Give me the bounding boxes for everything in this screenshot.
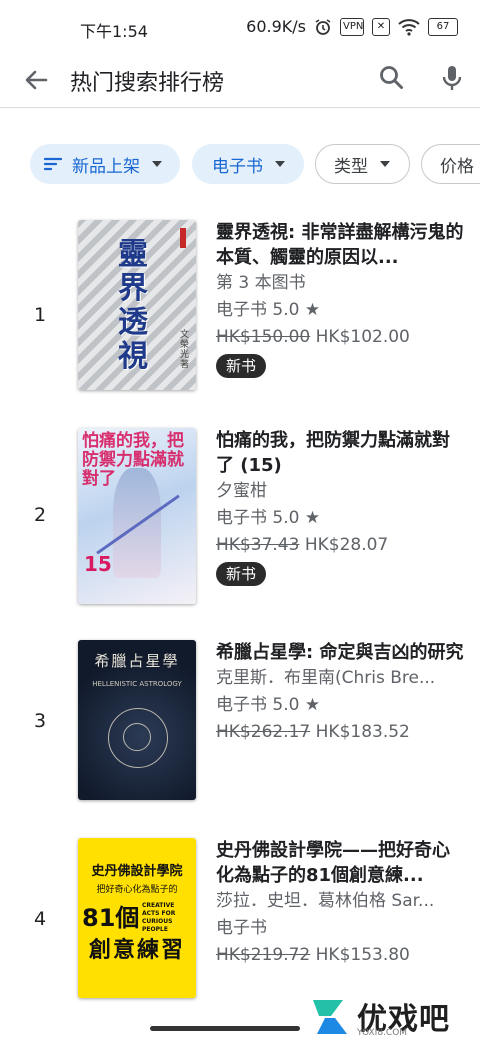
new-book-badge: 新书 [216,562,267,586]
cover-subtitle: 把好奇心化為點子的 [96,885,178,895]
cover-accent [180,228,186,248]
book-price: HK$219.72 HK$153.80 [216,942,466,969]
book-cover[interactable]: 怕痛的我，把防禦力點滿就對了 15 [78,428,196,604]
back-button[interactable] [20,64,52,96]
cover-number: 81個 [82,904,140,932]
status-time: 下午1:54 [80,22,148,41]
book-price: HK$150.00 HK$102.00 [216,324,466,351]
app-bar: 热门搜索排行榜 [0,52,480,108]
sort-icon [43,157,63,171]
page-title: 热门搜索排行榜 [70,71,225,96]
watermark-subtext: YOXI8.COM [357,1028,408,1038]
filter-chip-price[interactable]: 价格 [421,144,480,184]
wifi-icon [398,18,420,36]
book-price: HK$37.43 HK$28.07 [216,532,466,559]
rank-number: 4 [34,908,47,930]
book-title: 希臘占星學: 命定與吉凶的研究 [216,642,464,663]
chip-label: 电子书 [212,156,263,177]
original-price: HK$150.00 [216,327,311,347]
status-icons: 60.9K/s VPN ✕ 67 [246,17,458,36]
book-price: HK$262.17 HK$183.52 [216,719,466,746]
watermark-logo-icon [313,1000,347,1034]
book-format-rating: 电子书 5.0 ★ [216,695,321,715]
book-format: 电子书 [216,918,267,938]
book-subtitle: 第 3 本图书 [216,273,306,293]
chevron-down-icon [275,161,285,167]
sim-off-icon: ✕ [372,17,390,36]
book-cover[interactable]: 希臘占星學 HELLENISTIC ASTROLOGY [78,640,196,800]
cover-volume: 15 [84,552,112,576]
book-title: 史丹佛設計學院——把好奇心化為點子的81個創意練... [216,840,450,886]
original-price: HK$219.72 [216,945,311,965]
search-button[interactable] [376,62,408,94]
chip-label: 类型 [334,156,368,177]
chip-label: 价格 [440,156,474,177]
cover-title: 希臘占星學 [94,652,180,670]
book-info: 怕痛的我，把防禦力點滿就對了 (15) 夕蜜柑 电子书 5.0 ★ HK$37.… [216,428,466,586]
battery-icon: 67 [428,17,458,36]
cover-astrolabe [108,708,168,768]
chevron-down-icon [152,161,162,167]
filter-chip-ebook[interactable]: 电子书 [192,144,304,184]
cover-title: 怕痛的我，把防禦力點滿就對了 [82,431,184,489]
cover-astrolabe-inner [123,723,151,751]
mic-icon [442,66,462,90]
sale-price: HK$183.52 [315,722,410,742]
list-item[interactable]: 3 希臘占星學 HELLENISTIC ASTROLOGY 希臘占星學: 命定與… [0,640,480,840]
book-info: 史丹佛設計學院——把好奇心化為點子的81個創意練... 莎拉．史坦．葛林伯格 S… [216,838,466,969]
voice-search-button[interactable] [436,62,468,94]
book-author: 夕蜜柑 [216,481,267,501]
original-price: HK$37.43 [216,535,300,555]
network-speed: 60.9K/s [246,17,306,36]
arrow-back-icon [25,70,48,90]
cover-title: 靈界透視 [118,237,148,374]
list-item[interactable]: 1 靈界透視 文榮光 著 靈界透視: 非常詳盡解構污鬼的本質、觸靈的原因以...… [0,220,480,420]
rank-number: 3 [34,710,47,732]
status-bar: 下午1:54 60.9K/s VPN ✕ 67 [0,0,480,52]
alarm-icon [315,18,331,35]
chip-label: 新品上架 [72,156,140,177]
original-price: HK$262.17 [216,722,311,742]
filter-chips: 新品上架 电子书 类型 价格 [0,144,480,188]
book-title: 靈界透視: 非常詳盡解構污鬼的本質、觸靈的原因以... [216,222,464,268]
book-format-rating: 电子书 5.0 ★ [216,508,321,528]
new-book-badge: 新书 [216,354,267,378]
sale-price: HK$153.80 [315,945,410,965]
cover-english: CREATIVE ACTS FOR CURIOUS PEOPLE [142,902,176,933]
book-title: 怕痛的我，把防禦力點滿就對了 (15) [216,430,450,476]
rank-number: 2 [34,504,47,526]
book-cover[interactable]: 史丹佛設計學院 把好奇心化為點子的 81個 CREATIVE ACTS FOR … [78,838,196,998]
site-watermark: 优戏吧 YOXI8.COM [305,990,480,1040]
chevron-down-icon [380,161,390,167]
sale-price: HK$102.00 [315,327,410,347]
sale-price: HK$28.07 [304,535,389,555]
book-info: 希臘占星學: 命定與吉凶的研究 克里斯．布里南(Chris Bre... 电子书… [216,640,466,746]
filter-chip-new-releases[interactable]: 新品上架 [30,144,180,184]
search-icon [380,66,403,89]
cover-author: 文榮光 著 [180,330,190,370]
book-author: 克里斯．布里南(Chris Bre... [216,668,436,688]
rank-number: 1 [34,304,47,326]
vpn-icon: VPN [340,17,364,36]
filter-chip-genre[interactable]: 类型 [315,144,410,184]
home-indicator[interactable] [150,1026,300,1031]
cover-title: 史丹佛設計學院 [91,864,183,879]
list-item[interactable]: 2 怕痛的我，把防禦力點滿就對了 15 怕痛的我，把防禦力點滿就對了 (15) … [0,428,480,628]
book-format-rating: 电子书 5.0 ★ [216,300,321,320]
cover-subtitle: HELLENISTIC ASTROLOGY [92,680,182,688]
book-author: 莎拉．史坦．葛林伯格 Sar... [216,891,435,911]
book-info: 靈界透視: 非常詳盡解構污鬼的本質、觸靈的原因以... 第 3 本图书 电子书 … [216,220,466,378]
cover-bottom-title: 創意練習 [88,938,185,963]
book-cover[interactable]: 靈界透視 文榮光 著 [78,220,196,390]
